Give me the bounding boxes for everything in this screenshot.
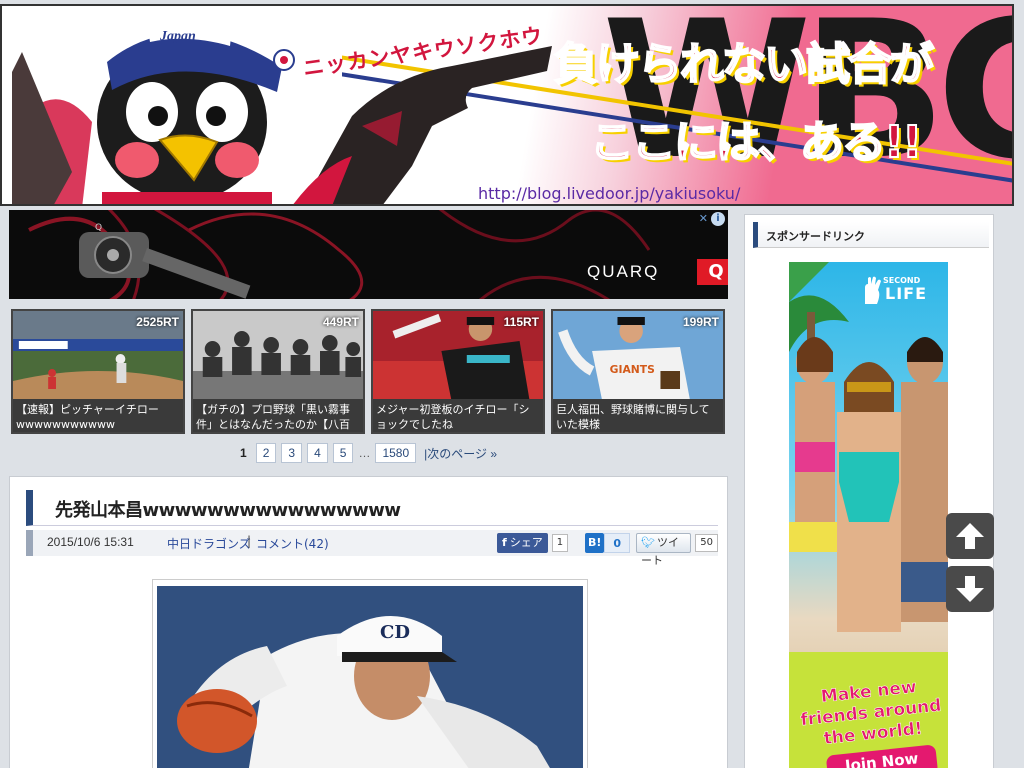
related-article-card[interactable]: 115RT メジャー初登板のイチロー「ショックでしたね: [371, 309, 545, 434]
article-container: 先発山本昌wwwwwwwwwwwwwwww 2015/10/6 15:31 中日…: [9, 476, 728, 768]
related-article-title: 【速報】ピッチャーイチロー wwwwwwwwwww: [16, 403, 159, 431]
pagination-page-link[interactable]: 3: [281, 443, 303, 463]
twitter-bird-icon: 🐦︎: [641, 536, 655, 549]
svg-text:GIANTS: GIANTS: [610, 363, 655, 376]
article-category-link[interactable]: 中日ドラゴンズ: [167, 535, 251, 552]
quarq-brand-text: QUARQ: [587, 262, 660, 281]
tweet-count: 50: [695, 534, 718, 552]
tweet-button[interactable]: 🐦︎ ツイート: [636, 533, 692, 567]
svg-text:Q: Q: [95, 223, 102, 233]
quarq-logo-badge: Q: [697, 259, 728, 285]
facebook-share-widget: f シェア 1: [497, 533, 569, 553]
pagination-page-link[interactable]: 2: [255, 443, 277, 463]
scroll-to-bottom-button[interactable]: [946, 566, 994, 612]
facebook-share-count: 1: [551, 534, 569, 552]
related-articles-strip: 2525RT 【速報】ピッチャーイチロー wwwwwwwwwww 449RT 【…: [11, 309, 727, 435]
pitcher-photo[interactable]: CD: [157, 586, 583, 768]
retweet-count: 115RT: [503, 315, 539, 329]
second-life-logo: LIFE: [885, 284, 928, 303]
retweet-count: 2525RT: [136, 315, 179, 329]
retweet-count: 199RT: [682, 315, 719, 329]
pagination-current-page: 1: [240, 446, 247, 460]
cap-logo-text: Japan: [159, 29, 196, 44]
facebook-share-label: シェア: [509, 536, 543, 549]
pagination-ellipsis: …: [358, 446, 371, 460]
header-slogan-line2: ここには、ある!!: [589, 116, 923, 169]
hatena-bookmark-count[interactable]: 0: [604, 533, 631, 553]
quarq-banner-ad[interactable]: Q ✕ i QUARQ Q: [9, 210, 728, 299]
pagination-next-link[interactable]: |次のページ »: [424, 445, 497, 462]
related-article-title: 巨人福田、野球賭博に関与していた模様: [556, 403, 710, 431]
second-life-ad[interactable]: SECOND LIFE Make new friends around the …: [789, 262, 948, 768]
scroll-to-top-button[interactable]: [946, 513, 994, 559]
article-title[interactable]: 先発山本昌wwwwwwwwwwwwwwww: [55, 496, 401, 522]
article-meta-bar: 2015/10/6 15:31 中日ドラゴンズ | コメント(42) f シェア …: [26, 530, 718, 567]
related-article-card[interactable]: 449RT 【ガチの】プロ野球「黒い霧事件」とはなんだったのか【八百: [191, 309, 365, 434]
article-photo-frame: CD: [152, 579, 588, 768]
retweet-count: 449RT: [322, 315, 359, 329]
article-comments-link[interactable]: コメント(42): [256, 535, 329, 552]
hatena-bookmark-widget: B! 0: [585, 533, 631, 553]
header-url[interactable]: http://blog.livedoor.jp/yakiusoku/: [478, 184, 740, 203]
related-article-card[interactable]: GIANTS 199RT 巨人福田、野球賭博に関与していた模様: [551, 309, 725, 434]
pagination: 1 2 3 4 5 … 1580 |次のページ »: [236, 443, 497, 463]
second-life-hand-icon: [865, 276, 881, 304]
meta-separator: |: [247, 534, 252, 548]
sidebar-heading: スポンサードリンク: [766, 230, 865, 243]
article-title-bar: 先発山本昌wwwwwwwwwwwwwwww: [26, 490, 718, 526]
pagination-last-page-link[interactable]: 1580: [375, 443, 417, 463]
site-header-banner[interactable]: WBC Japan ニッカンヤキウソクホウ 負けられない試合が ここには、ある!…: [0, 4, 1014, 206]
adchoices-icon[interactable]: i: [711, 212, 725, 226]
related-article-title: 【ガチの】プロ野球「黒い霧事件」とはなんだったのか【八百: [196, 403, 350, 431]
pagination-page-link[interactable]: 4: [307, 443, 328, 463]
ad-close-icon[interactable]: ✕: [699, 212, 708, 225]
header-slogan-line1: 負けられない試合が: [553, 38, 935, 91]
hatena-bookmark-button[interactable]: B!: [585, 533, 605, 553]
arrow-up-icon: [956, 523, 984, 549]
quarq-ad-graphic: Q: [28, 210, 651, 299]
related-article-title: メジャー初登板のイチロー「ショックでしたね: [376, 403, 530, 431]
svg-text:CD: CD: [380, 622, 410, 643]
facebook-icon: f: [502, 536, 507, 549]
sidebar-heading-box: スポンサードリンク: [753, 222, 989, 248]
twitter-tweet-widget: 🐦︎ ツイート 50: [636, 533, 718, 567]
second-life-ad-illustration: [789, 262, 948, 632]
facebook-share-button[interactable]: f シェア: [497, 533, 548, 553]
article-date: 2015/10/6 15:31: [47, 535, 134, 549]
arrow-down-icon: [956, 576, 984, 602]
pagination-page-link[interactable]: 5: [332, 443, 354, 463]
related-article-card[interactable]: 2525RT 【速報】ピッチャーイチロー wwwwwwwwwww: [11, 309, 185, 434]
